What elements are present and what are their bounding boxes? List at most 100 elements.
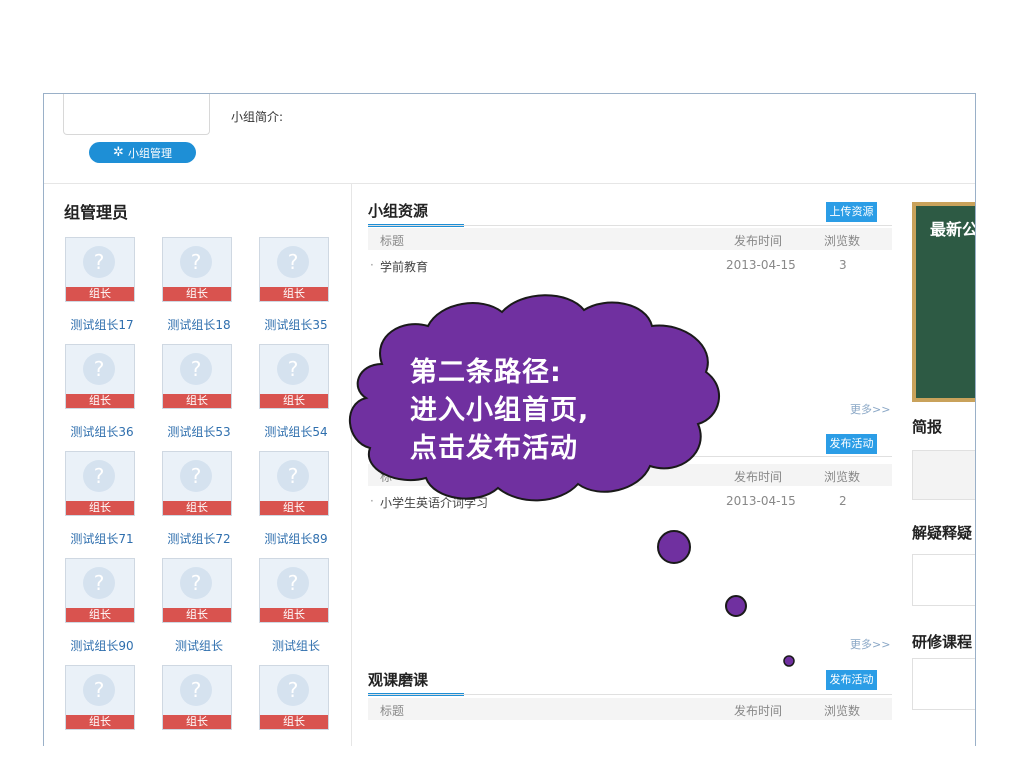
col-views: 浏览数 <box>824 470 861 484</box>
question-mark-icon: ? <box>277 460 309 492</box>
question-mark-icon: ? <box>180 674 212 706</box>
row-date: 2013-04-15 <box>726 258 796 272</box>
course-box <box>912 658 975 710</box>
column-divider <box>351 184 352 746</box>
admin-name[interactable]: 测试组长18 <box>159 316 239 333</box>
group-intro-label: 小组简介: <box>231 110 284 124</box>
brief-box <box>912 450 975 500</box>
course-title: 研修课程 <box>912 633 973 651</box>
role-badge: 组长 <box>66 501 134 515</box>
group-avatar <box>63 94 210 135</box>
admin-name[interactable]: 测试组长71 <box>62 530 142 547</box>
row-bullet: · <box>370 494 374 508</box>
question-mark-icon: ? <box>180 246 212 278</box>
role-badge: 组长 <box>260 608 328 622</box>
admin-avatar[interactable]: ? 组长 <box>162 451 232 516</box>
resources-table-header: 标题 发布时间 浏览数 <box>368 228 892 250</box>
admin-avatar[interactable]: ? 组长 <box>65 558 135 623</box>
question-mark-icon: ? <box>83 460 115 492</box>
row-date: 2013-04-15 <box>726 494 796 508</box>
admin-name[interactable]: 测试组长 <box>159 637 239 654</box>
admin-name[interactable]: 测试组长54 <box>256 423 336 440</box>
admin-avatar[interactable]: ? 组长 <box>65 237 135 302</box>
qa-title: 解疑释疑 <box>912 524 973 542</box>
admin-name[interactable]: 测试组长53 <box>159 423 239 440</box>
question-mark-icon: ? <box>83 353 115 385</box>
resources-title: 小组资源 <box>368 202 429 220</box>
qa-box <box>912 554 975 606</box>
admin-avatar[interactable]: ? 组长 <box>259 665 329 730</box>
admin-avatar[interactable]: ? 组长 <box>162 558 232 623</box>
col-title: 标题 <box>380 704 405 718</box>
callout-line-2: 进入小组首页, <box>410 395 590 426</box>
question-mark-icon: ? <box>277 674 309 706</box>
admin-avatar[interactable]: ? 组长 <box>162 665 232 730</box>
col-title: 标 <box>380 470 393 484</box>
admin-avatar[interactable]: ? 组长 <box>162 237 232 302</box>
table-row[interactable]: · 学前教育 2013-04-15 3 <box>368 258 892 276</box>
question-mark-icon: ? <box>180 460 212 492</box>
lessons-rule <box>368 694 892 695</box>
group-manage-label: 小组管理 <box>127 146 172 160</box>
question-mark-icon: ? <box>83 246 115 278</box>
col-date: 发布时间 <box>734 234 783 248</box>
admin-name[interactable]: 测试组长17 <box>62 316 142 333</box>
admin-name[interactable]: 测试组长90 <box>62 637 142 654</box>
col-date: 发布时间 <box>734 470 783 484</box>
admins-title: 组管理员 <box>64 203 129 222</box>
admin-avatar[interactable]: ? 组长 <box>259 558 329 623</box>
row-bullet: · <box>370 258 374 272</box>
row-title[interactable]: 小学生英语介词学习 <box>380 494 488 511</box>
role-badge: 组长 <box>66 715 134 729</box>
admin-avatar[interactable]: ? 组长 <box>259 451 329 516</box>
role-badge: 组长 <box>66 608 134 622</box>
resources-rule <box>368 225 892 226</box>
group-manage-button[interactable]: ✲ 小组管理 <box>89 142 196 163</box>
question-mark-icon: ? <box>277 567 309 599</box>
question-mark-icon: ? <box>180 567 212 599</box>
role-badge: 组长 <box>66 287 134 301</box>
question-mark-icon: ? <box>180 353 212 385</box>
admin-avatar[interactable]: ? 组长 <box>259 344 329 409</box>
publish-activity-button[interactable]: 发布活动 <box>826 434 877 454</box>
col-title: 标题 <box>380 234 405 248</box>
role-badge: 组长 <box>163 608 231 622</box>
publish-lesson-activity-button[interactable]: 发布活动 <box>826 670 877 690</box>
admin-avatar[interactable]: ? 组长 <box>65 344 135 409</box>
role-badge: 组长 <box>66 394 134 408</box>
role-badge: 组长 <box>260 715 328 729</box>
row-title[interactable]: 学前教育 <box>380 258 428 275</box>
header-divider <box>44 183 975 184</box>
activities-more-link[interactable]: 更多>> <box>850 636 890 652</box>
callout-text: 第二条路径: 进入小组首页, 点击发布活动 <box>410 354 589 468</box>
notice-board: 最新公 <box>912 202 975 402</box>
admin-name[interactable]: 测试组长36 <box>62 423 142 440</box>
row-views: 3 <box>839 258 847 272</box>
admin-avatar[interactable]: ? 组长 <box>65 451 135 516</box>
question-mark-icon: ? <box>83 674 115 706</box>
role-badge: 组长 <box>163 287 231 301</box>
brief-title: 简报 <box>912 418 943 436</box>
role-badge: 组长 <box>260 501 328 515</box>
question-mark-icon: ? <box>83 567 115 599</box>
admin-name[interactable]: 测试组长 <box>256 637 336 654</box>
question-mark-icon: ? <box>277 353 309 385</box>
row-views: 2 <box>839 494 847 508</box>
admin-name[interactable]: 测试组长35 <box>256 316 336 333</box>
callout-line-1: 第二条路径: <box>410 357 562 388</box>
admin-avatar[interactable]: ? 组长 <box>259 237 329 302</box>
resources-more-link[interactable]: 更多>> <box>850 401 890 417</box>
table-row[interactable]: · 小学生英语介词学习 2013-04-15 2 <box>368 494 892 512</box>
admin-name[interactable]: 测试组长72 <box>159 530 239 547</box>
admin-name[interactable]: 测试组长89 <box>256 530 336 547</box>
question-mark-icon: ? <box>277 246 309 278</box>
admin-avatar[interactable]: ? 组长 <box>65 665 135 730</box>
role-badge: 组长 <box>163 501 231 515</box>
role-badge: 组长 <box>163 394 231 408</box>
gear-icon: ✲ <box>113 145 124 160</box>
col-views: 浏览数 <box>824 704 861 718</box>
lessons-title: 观课磨课 <box>368 671 429 689</box>
upload-resource-button[interactable]: 上传资源 <box>826 202 877 222</box>
admin-avatar[interactable]: ? 组长 <box>162 344 232 409</box>
lessons-table-header: 标题 发布时间 浏览数 <box>368 698 892 720</box>
